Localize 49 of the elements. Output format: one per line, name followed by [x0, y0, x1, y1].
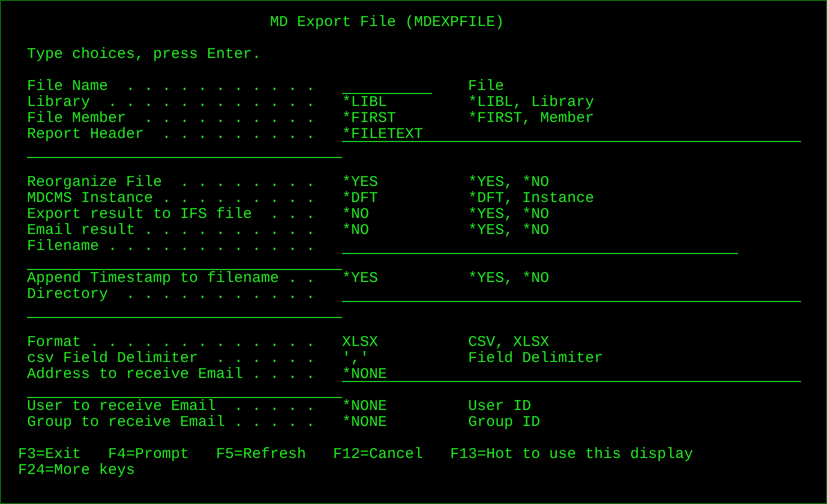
- field-label: Export result to IFS file . . .: [27, 207, 316, 223]
- field-label: User to receive Email . . . . .: [27, 399, 316, 415]
- allowed-values: *FIRST, Member: [468, 111, 594, 127]
- field-value[interactable]: *YES: [342, 271, 468, 287]
- input-field[interactable]: *NONE: [342, 367, 802, 382]
- allowed-values: Field Delimiter: [468, 351, 604, 367]
- field-value[interactable]: ',': [342, 351, 468, 367]
- field-value[interactable]: *NONE: [342, 415, 468, 431]
- allowed-values: File: [468, 79, 504, 95]
- function-key[interactable]: F13=Hot to use this display: [450, 447, 694, 463]
- field-label: File Name . . . . . . . . . . .: [27, 79, 316, 95]
- field-label: Library . . . . . . . . . . . .: [27, 95, 316, 111]
- allowed-values: *YES, *NO: [468, 207, 550, 223]
- field-label: Email result . . . . . . . . . .: [27, 223, 316, 239]
- screen-title: MD Export File (MDEXPFILE): [270, 15, 504, 31]
- field-label: Directory . . . . . . . . . . .: [27, 287, 316, 303]
- field-label: Append Timestamp to filename . .: [27, 271, 316, 287]
- field-label: Format . . . . . . . . . . . . .: [27, 335, 316, 351]
- function-key[interactable]: F24=More keys: [18, 463, 136, 479]
- field-value[interactable]: *FIRST: [342, 111, 468, 127]
- field-value[interactable]: *LIBL: [342, 95, 468, 111]
- allowed-values: *DFT, Instance: [468, 191, 594, 207]
- input-field[interactable]: *FILETEXT: [342, 127, 802, 142]
- function-key[interactable]: F12=Cancel: [333, 447, 424, 463]
- function-key[interactable]: F3=Exit: [18, 447, 82, 463]
- allowed-values: CSV, XLSX: [468, 335, 550, 351]
- function-key[interactable]: F5=Refresh: [216, 447, 306, 463]
- field-label: Reorganize File . . . . . . . .: [27, 175, 316, 191]
- field-label: Filename . . . . . . . . . . . .: [27, 239, 316, 255]
- field-label: Address to receive Email . . . .: [27, 367, 316, 383]
- instruction-text: Type choices, press Enter.: [27, 47, 262, 63]
- allowed-values: Group ID: [468, 415, 540, 431]
- field-value[interactable]: *NONE: [342, 399, 468, 415]
- allowed-values: *YES, *NO: [468, 175, 550, 191]
- field-label: Report Header . . . . . . . . .: [27, 127, 316, 143]
- field-value[interactable]: *NO: [342, 207, 468, 223]
- allowed-values: User ID: [468, 399, 532, 415]
- function-key[interactable]: F4=Prompt: [108, 447, 190, 463]
- allowed-values: *YES, *NO: [468, 271, 550, 287]
- field-label: MDCMS Instance . . . . . . . . .: [27, 191, 316, 207]
- field-value[interactable]: XLSX: [342, 335, 468, 351]
- field-label: csv Field Delimiter . . . . . .: [27, 351, 316, 367]
- field-value[interactable]: *NO: [342, 223, 468, 239]
- field-label: File Member . . . . . . . . . .: [27, 111, 316, 127]
- allowed-values: *LIBL, Library: [468, 95, 594, 111]
- field-value[interactable]: *DFT: [342, 191, 468, 207]
- field-label: Group to receive Email . . . . .: [27, 415, 316, 431]
- field-value[interactable]: *YES: [342, 175, 468, 191]
- allowed-values: *YES, *NO: [468, 223, 550, 239]
